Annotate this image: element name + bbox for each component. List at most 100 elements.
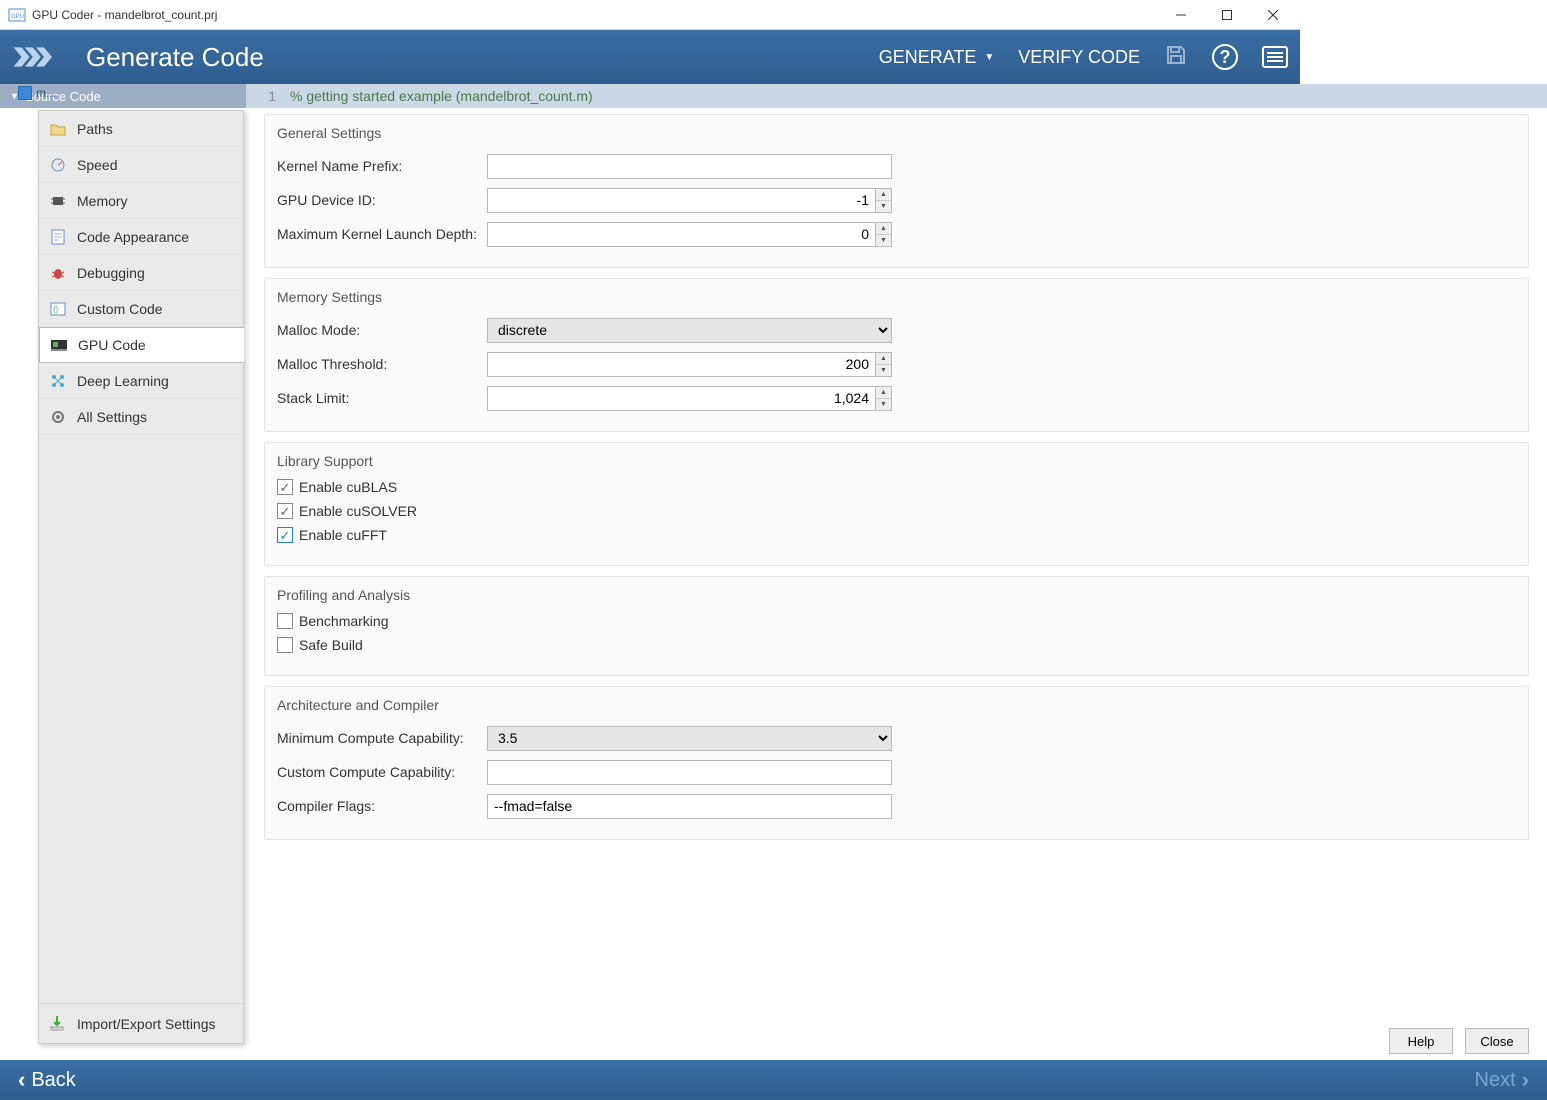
sidebar-item-speed[interactable]: Speed (39, 147, 243, 183)
min-compute-capability-label: Minimum Compute Capability: (277, 730, 487, 746)
spinner-up-icon[interactable]: ▲ (876, 189, 891, 201)
code-preview-strip: Source Code 1 % getting started example … (0, 84, 1547, 108)
chevron-down-icon: ▼ (984, 52, 994, 63)
checkbox-icon (277, 503, 293, 519)
page-title: Generate Code (86, 42, 879, 73)
next-button[interactable]: Next › (1475, 1067, 1529, 1093)
spinner-up-icon[interactable]: ▲ (876, 387, 891, 399)
general-settings-group: General Settings Kernel Name Prefix: GPU… (264, 114, 1529, 268)
spinner-down-icon[interactable]: ▼ (876, 365, 891, 376)
max-kernel-depth-spinner[interactable]: ▲▼ (487, 222, 892, 247)
sidebar-item-label: GPU Code (78, 337, 146, 353)
import-export-label: Import/Export Settings (77, 1016, 216, 1032)
chip-icon (49, 192, 67, 210)
sidebar-item-memory[interactable]: Memory (39, 183, 243, 219)
title-bar: GPU GPU Coder - mandelbrot_count.prj (0, 0, 1300, 30)
enable-cublas-checkbox[interactable]: Enable cuBLAS (277, 479, 1516, 495)
generate-dropdown[interactable]: GENERATE ▼ (879, 47, 995, 68)
spinner-up-icon[interactable]: ▲ (876, 353, 891, 365)
group-title: Architecture and Compiler (277, 697, 1516, 713)
architecture-compiler-group: Architecture and Compiler Minimum Comput… (264, 686, 1529, 840)
sidebar-item-label: Deep Learning (77, 373, 169, 389)
enable-cufft-checkbox[interactable]: Enable cuFFT (277, 527, 1516, 543)
line-number: 1 (246, 88, 276, 104)
gear-icon (49, 408, 67, 426)
malloc-mode-select[interactable]: discrete (487, 318, 892, 343)
close-button[interactable]: Close (1465, 1028, 1529, 1054)
memory-settings-group: Memory Settings Malloc Mode: discrete Ma… (264, 278, 1529, 432)
benchmarking-checkbox[interactable]: Benchmarking (277, 613, 1516, 629)
checkbox-icon (277, 613, 293, 629)
gpu-device-id-spinner[interactable]: ▲▼ (487, 188, 892, 213)
sidebar-item-custom-code[interactable]: {} Custom Code (39, 291, 243, 327)
gpu-device-id-label: GPU Device ID: (277, 192, 487, 208)
bug-icon (49, 264, 67, 282)
chevron-left-icon: ‹ (18, 1067, 25, 1093)
save-icon[interactable] (1164, 43, 1188, 72)
library-support-group: Library Support Enable cuBLAS Enable cuS… (264, 442, 1529, 566)
back-button[interactable]: ‹ Back (18, 1067, 76, 1093)
sidebar-item-deep-learning[interactable]: Deep Learning (39, 363, 243, 399)
max-kernel-depth-label: Maximum Kernel Launch Depth: (277, 226, 487, 242)
spinner-down-icon[interactable]: ▼ (876, 235, 891, 246)
svg-text:GPU: GPU (11, 14, 24, 20)
code-icon: {} (49, 300, 67, 318)
sidebar-item-label: Custom Code (77, 301, 163, 317)
sidebar-item-label: All Settings (77, 409, 147, 425)
spinner-down-icon[interactable]: ▼ (876, 201, 891, 212)
import-export-settings[interactable]: Import/Export Settings (39, 1003, 243, 1043)
minimize-button[interactable] (1158, 0, 1204, 30)
custom-compute-capability-label: Custom Compute Capability: (277, 764, 487, 780)
custom-compute-capability-input[interactable] (487, 760, 892, 785)
checkbox-icon (277, 527, 293, 543)
sidebar-item-debugging[interactable]: Debugging (39, 255, 243, 291)
import-export-icon (49, 1015, 67, 1033)
verify-code-button[interactable]: VERIFY CODE (1018, 47, 1140, 68)
sidebar-item-all-settings[interactable]: All Settings (39, 399, 243, 435)
gpu-icon (50, 336, 68, 354)
matlab-file-icon (18, 86, 32, 100)
sidebar-item-paths[interactable]: Paths (39, 111, 243, 147)
group-title: Memory Settings (277, 289, 1516, 305)
sidebar-item-label: Debugging (77, 265, 145, 281)
settings-content: General Settings Kernel Name Prefix: GPU… (246, 108, 1547, 1060)
checkbox-icon (277, 637, 293, 653)
checkbox-icon (277, 479, 293, 495)
compiler-flags-label: Compiler Flags: (277, 798, 487, 814)
sidebar-item-gpu-code[interactable]: GPU Code (39, 327, 244, 363)
document-icon (49, 228, 67, 246)
sidebar-item-code-appearance[interactable]: Code Appearance (39, 219, 243, 255)
group-title: Profiling and Analysis (277, 587, 1516, 603)
file-tab[interactable]: m... (8, 84, 66, 102)
spinner-up-icon[interactable]: ▲ (876, 223, 891, 235)
window-title: GPU Coder - mandelbrot_count.prj (32, 8, 1158, 22)
profiling-analysis-group: Profiling and Analysis Benchmarking Safe… (264, 576, 1529, 676)
help-icon[interactable]: ? (1212, 44, 1238, 70)
header-ribbon: Generate Code GENERATE ▼ VERIFY CODE ? (0, 30, 1300, 84)
sidebar-item-label: Code Appearance (77, 229, 189, 245)
network-icon (49, 372, 67, 390)
help-button[interactable]: Help (1389, 1028, 1453, 1054)
stack-limit-spinner[interactable]: ▲▼ (487, 386, 892, 411)
sidebar-item-label: Memory (77, 193, 128, 209)
svg-text:{}: {} (53, 305, 59, 314)
enable-cusolver-checkbox[interactable]: Enable cuSOLVER (277, 503, 1516, 519)
sidebar-item-label: Paths (77, 121, 113, 137)
maximize-button[interactable] (1204, 0, 1250, 30)
spinner-down-icon[interactable]: ▼ (876, 399, 891, 410)
chevron-right-icon: › (1522, 1067, 1529, 1093)
wizard-logo-icon (12, 39, 62, 75)
wizard-navbar: ‹ Back Next › (0, 1060, 1547, 1100)
malloc-mode-label: Malloc Mode: (277, 322, 487, 338)
group-title: Library Support (277, 453, 1516, 469)
malloc-threshold-spinner[interactable]: ▲▼ (487, 352, 892, 377)
malloc-threshold-label: Malloc Threshold: (277, 356, 487, 372)
safe-build-checkbox[interactable]: Safe Build (277, 637, 1516, 653)
verify-code-label: VERIFY CODE (1018, 47, 1140, 68)
min-compute-capability-select[interactable]: 3.5 (487, 726, 892, 751)
menu-icon[interactable] (1262, 46, 1288, 68)
kernel-prefix-input[interactable] (487, 154, 892, 179)
sidebar-item-label: Speed (77, 157, 117, 173)
close-window-button[interactable] (1250, 0, 1296, 30)
compiler-flags-input[interactable] (487, 794, 892, 819)
